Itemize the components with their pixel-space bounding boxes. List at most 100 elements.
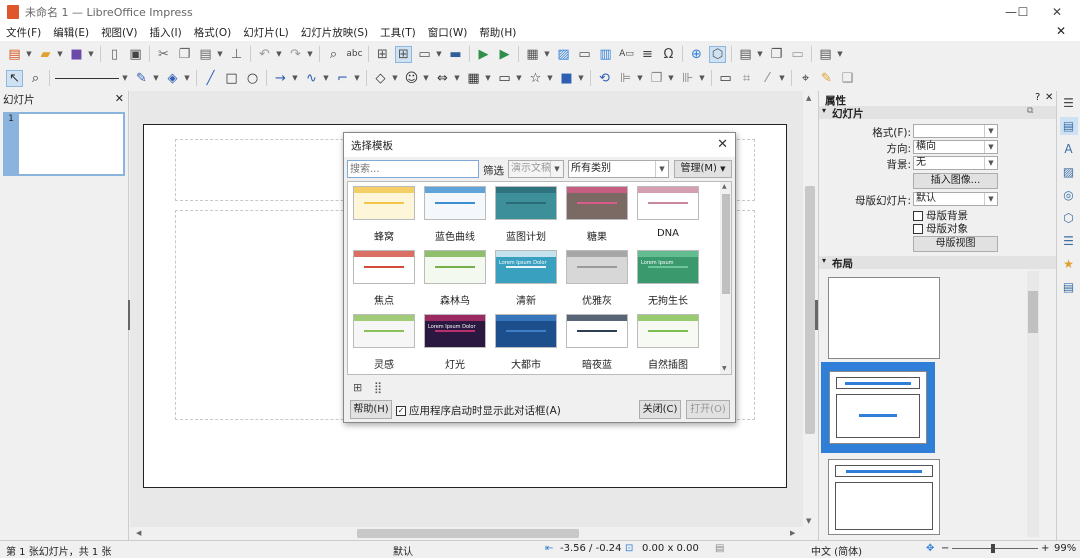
open-folder-icon[interactable]: ▰ (37, 46, 54, 63)
slide-layout-dropdown-icon[interactable]: ▼ (836, 46, 844, 63)
open-dropdown-icon[interactable]: ▼ (56, 46, 64, 63)
layout-title-two-content[interactable] (828, 459, 940, 535)
template-item[interactable]: 暗夜蓝 (562, 314, 632, 371)
template-item[interactable]: 自然插图 (633, 314, 703, 371)
orientation-select[interactable]: 横向 ▼ (913, 140, 998, 154)
transition-tab-icon[interactable]: ★ (1060, 255, 1078, 273)
layout-scroll-thumb[interactable] (1028, 291, 1038, 333)
template-item[interactable]: Lorem Ipsum 无拘生长 (633, 250, 703, 307)
dialog-close-icon[interactable]: ✕ (717, 137, 728, 152)
block-arrows-dropdown-icon[interactable]: ▼ (453, 70, 461, 87)
zoom-out-icon[interactable]: − (941, 543, 949, 554)
duplicate-slide-icon[interactable]: ❐ (768, 46, 785, 63)
save-dropdown-icon[interactable]: ▼ (87, 46, 95, 63)
layout-blank[interactable] (828, 277, 940, 359)
show-draw-functions-icon[interactable]: ⬡ (709, 45, 726, 63)
basic-shapes-icon[interactable]: ◇ (372, 70, 389, 87)
redo-icon[interactable]: ↷ (287, 46, 304, 63)
paste-icon[interactable]: ▤ (197, 46, 214, 63)
fit-page-icon[interactable]: ✥ (926, 543, 934, 554)
template-scrollbar[interactable]: ▲ ▼ (720, 182, 731, 374)
master-slide-icon[interactable]: ▬ (447, 46, 464, 63)
close-dialog-button[interactable]: 关闭(C) (639, 400, 681, 419)
sidebar-menu-icon[interactable]: ☰ (1060, 94, 1078, 112)
layout-scrollbar[interactable] (1027, 271, 1039, 537)
menu-slide[interactable]: 幻灯片(L) (237, 25, 295, 40)
slide-thumbnail[interactable] (3, 112, 125, 176)
menu-view[interactable]: 视图(V) (95, 25, 143, 40)
ellipse-tool-icon[interactable]: ○ (244, 70, 261, 87)
display-views-icon[interactable]: ▭ (416, 46, 433, 63)
distribute-icon[interactable]: ⊪ (679, 70, 696, 87)
show-on-startup-checkbox[interactable]: ✓ 应用程序启动时显示此对话框(A) (396, 403, 561, 418)
redo-dropdown-icon[interactable]: ▼ (306, 46, 314, 63)
slides-pane-close-icon[interactable]: ✕ (115, 92, 124, 105)
template-item[interactable]: 蓝色曲线 (420, 186, 490, 243)
select-arrow-icon[interactable]: ↖ (6, 69, 23, 87)
slide-layout-icon[interactable]: ▤ (817, 46, 834, 63)
chart-icon[interactable]: ▥ (597, 46, 614, 63)
table-icon[interactable]: ▦ (524, 46, 541, 63)
print-icon[interactable]: ▣ (127, 46, 144, 63)
template-item[interactable]: 灵感 (349, 314, 419, 371)
menu-slideshow[interactable]: 幻灯片放映(S) (295, 25, 374, 40)
template-scroll-thumb[interactable] (722, 194, 730, 294)
helplines-icon[interactable]: ⊞ (395, 45, 412, 63)
template-item[interactable]: 糖果 (562, 186, 632, 243)
layout-title-content-selected[interactable] (821, 362, 935, 453)
background-select[interactable]: 无 ▼ (913, 156, 998, 170)
new-document-icon[interactable]: ▤ (6, 46, 23, 63)
stars-icon[interactable]: ☆ (527, 70, 544, 87)
scroll-down-icon[interactable]: ▼ (806, 517, 811, 525)
master-slides-tab-icon[interactable]: ▤ (1060, 278, 1078, 296)
find-replace-icon[interactable]: ⌕ (325, 46, 342, 63)
menu-help[interactable]: 帮助(H) (473, 25, 522, 40)
open-template-button[interactable]: 打开(O) (686, 400, 730, 419)
more-options-icon[interactable]: ⧉ (1027, 106, 1033, 116)
filter-dropdown-icon[interactable]: ▼ (778, 70, 786, 87)
media-icon[interactable]: ▭ (576, 46, 593, 63)
master-view-button[interactable]: 母版视图 (913, 236, 998, 252)
undo-dropdown-icon[interactable]: ▼ (275, 46, 283, 63)
rectangle-tool-icon[interactable]: □ (223, 70, 240, 87)
properties-tab-icon[interactable]: ▤ (1059, 117, 1078, 135)
menu-window[interactable]: 窗口(W) (422, 25, 474, 40)
image-icon[interactable]: ▨ (555, 46, 572, 63)
navigator-tab-icon[interactable]: ◎ (1060, 186, 1078, 204)
spelling-icon[interactable]: abc (346, 46, 363, 63)
block-arrows-icon[interactable]: ⇔ (434, 70, 451, 87)
template-search-input[interactable] (347, 160, 479, 178)
curves-polygons-icon[interactable]: ∿ (303, 70, 320, 87)
start-first-slide-icon[interactable]: ▶ (475, 46, 492, 63)
fontwork-icon[interactable]: ≡ (639, 46, 656, 63)
menu-file[interactable]: 文件(F) (0, 25, 47, 40)
clone-formatting-icon[interactable]: ⊥ (228, 46, 245, 63)
menu-format[interactable]: 格式(O) (188, 25, 237, 40)
undo-icon[interactable]: ↶ (256, 46, 273, 63)
master-objects-checkbox[interactable]: 母版对象 (913, 221, 968, 236)
points-icon[interactable]: ⌖ (797, 70, 814, 87)
zoom-pan-icon[interactable]: ⌕ (27, 70, 44, 87)
insert-image-button[interactable]: 插入图像... (913, 173, 998, 189)
menu-tools[interactable]: 工具(T) (374, 25, 422, 40)
align-objects-icon[interactable]: ⊫ (617, 70, 634, 87)
scroll-left-icon[interactable]: ◀ (136, 529, 141, 537)
vertical-scroll-thumb[interactable] (805, 186, 815, 434)
lines-arrows-dropdown-icon[interactable]: ▼ (291, 70, 299, 87)
animation-tab-icon[interactable]: ☰ (1060, 232, 1078, 250)
shapes-tab-icon[interactable]: ⬡ (1060, 209, 1078, 227)
template-item[interactable]: DNA (633, 186, 703, 239)
align-dropdown-icon[interactable]: ▼ (636, 70, 644, 87)
scroll-down-icon[interactable]: ▼ (722, 365, 727, 372)
glue-points-icon[interactable]: ✎ (818, 70, 835, 87)
arrange-dropdown-icon[interactable]: ▼ (667, 70, 675, 87)
line-color-icon[interactable]: ✎ (133, 70, 150, 87)
template-item[interactable]: 焦点 (349, 250, 419, 307)
line-tool-icon[interactable]: ╱ (202, 70, 219, 87)
distribute-dropdown-icon[interactable]: ▼ (698, 70, 706, 87)
sidebar-close-icon[interactable]: ✕ (1045, 92, 1053, 103)
new-dropdown-icon[interactable]: ▼ (25, 46, 33, 63)
help-button[interactable]: 帮助(H) (350, 400, 392, 419)
toggle-extrusion-icon[interactable]: ❑ (839, 70, 856, 87)
template-item[interactable]: 森林鸟 (420, 250, 490, 307)
